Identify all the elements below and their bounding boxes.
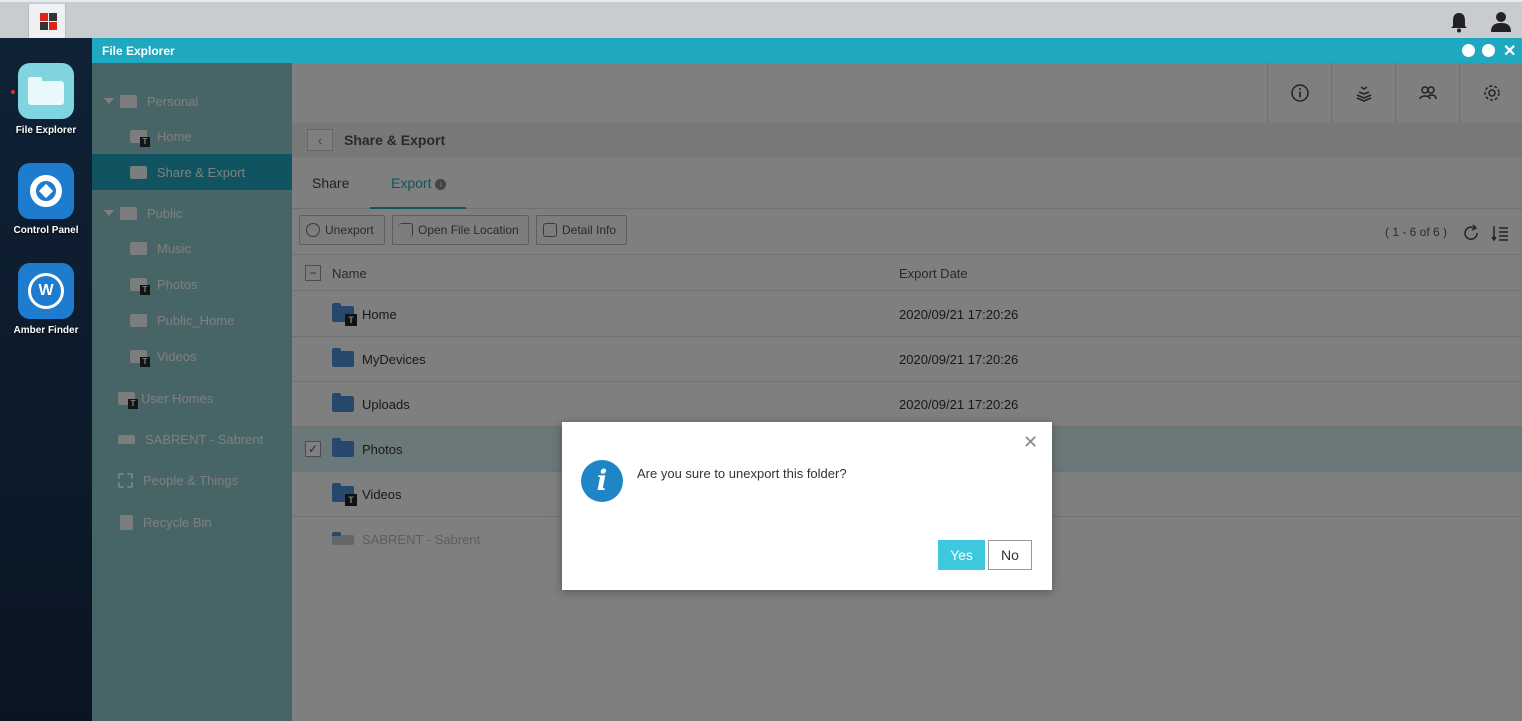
- start-menu-button[interactable]: [28, 4, 66, 38]
- gear-icon: [18, 163, 74, 219]
- window-titlebar: File Explorer: [92, 38, 1522, 63]
- user-account-icon[interactable]: [1490, 10, 1512, 32]
- info-icon: i: [581, 460, 623, 502]
- close-window-icon[interactable]: ✕: [1503, 41, 1516, 61]
- modal-overlay: [92, 63, 1522, 721]
- desktop: File Explorer Control Panel W Amber Find…: [0, 38, 92, 721]
- system-taskbar: [0, 0, 1522, 38]
- desktop-app-control-panel[interactable]: Control Panel: [0, 163, 92, 236]
- maximize-icon[interactable]: [1482, 44, 1495, 57]
- notification-bell-icon[interactable]: [1449, 11, 1469, 33]
- desktop-app-label: Control Panel: [13, 225, 79, 236]
- desktop-app-file-explorer[interactable]: File Explorer: [0, 63, 92, 136]
- desktop-app-label: Amber Finder: [13, 325, 79, 336]
- window-title: File Explorer: [102, 44, 175, 58]
- confirm-dialog: ✕ i Are you sure to unexport this folder…: [562, 422, 1052, 590]
- finder-icon: W: [18, 263, 74, 319]
- folder-icon: [18, 63, 74, 119]
- dialog-message: Are you sure to unexport this folder?: [637, 466, 847, 481]
- close-icon[interactable]: ✕: [1023, 432, 1038, 453]
- desktop-app-amber-finder[interactable]: W Amber Finder: [0, 263, 92, 336]
- minimize-icon[interactable]: [1462, 44, 1475, 57]
- desktop-app-label: File Explorer: [15, 125, 77, 136]
- no-button[interactable]: No: [988, 540, 1032, 570]
- yes-button[interactable]: Yes: [938, 540, 985, 570]
